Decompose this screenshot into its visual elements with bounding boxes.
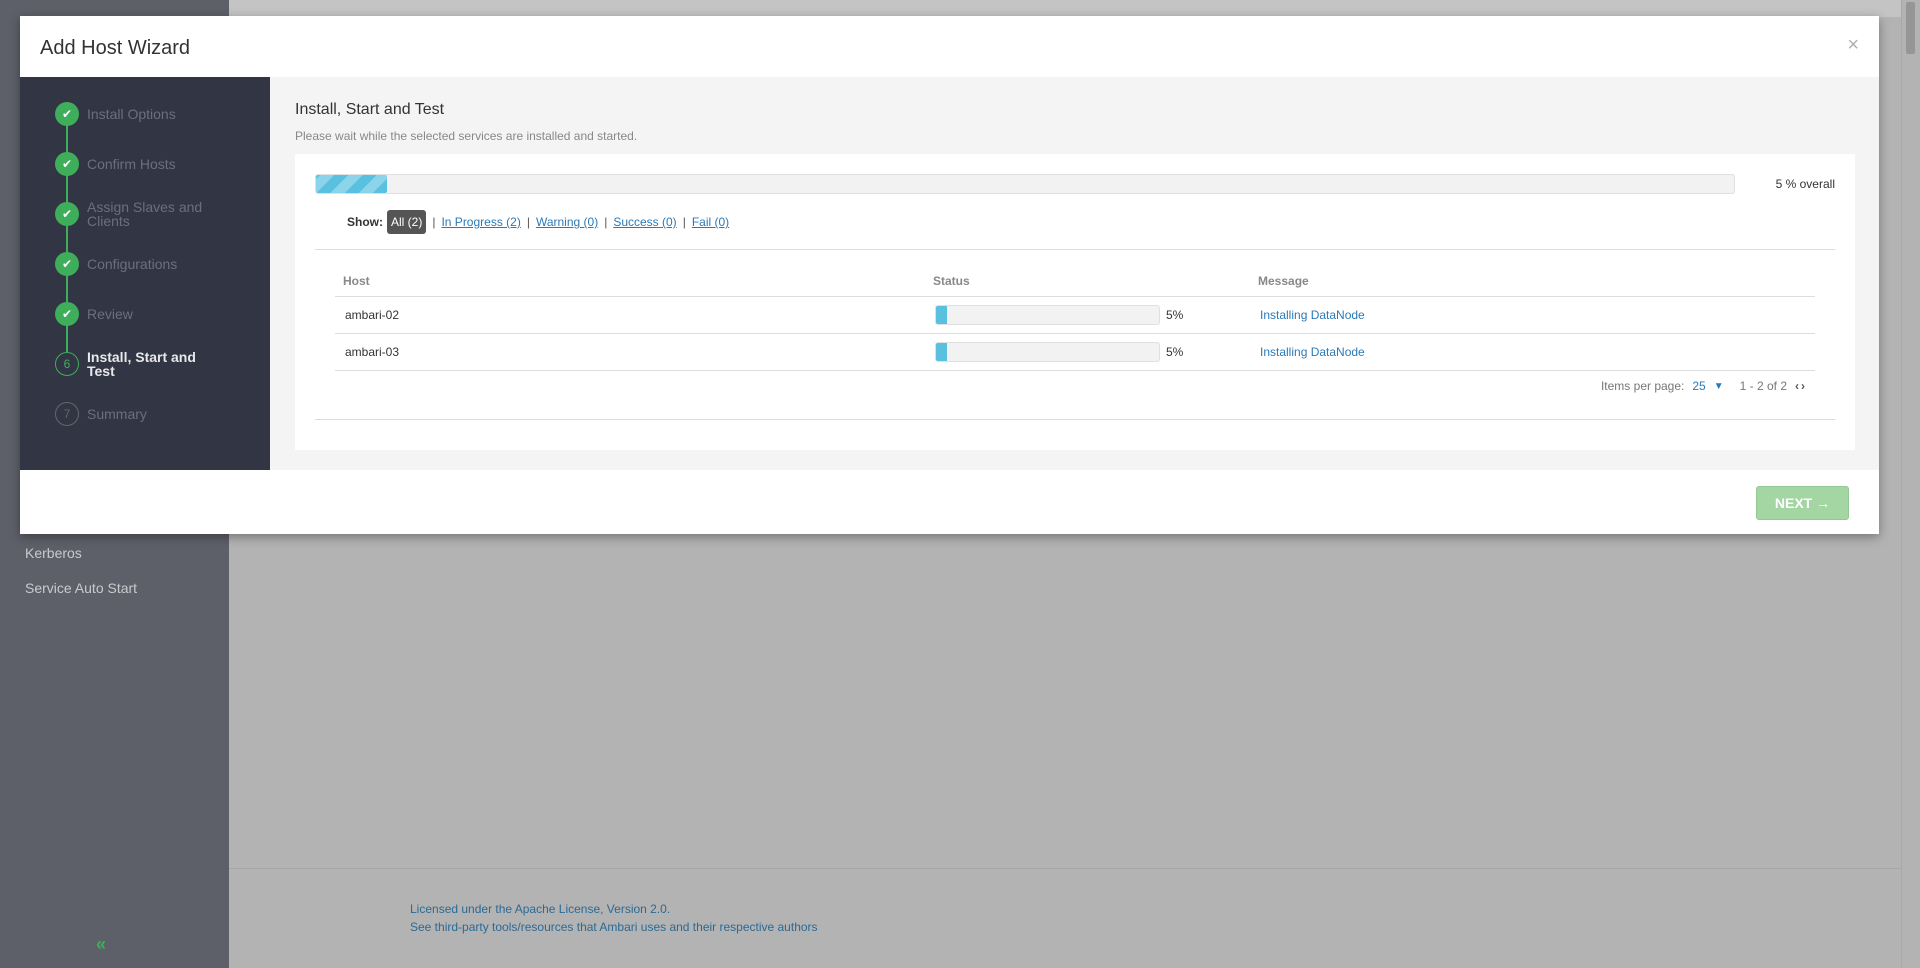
host-name: ambari-03	[335, 333, 925, 371]
filter-all[interactable]: All (2)	[387, 210, 427, 234]
host-progress-fill	[936, 342, 948, 361]
host-progress-bar	[935, 304, 1160, 325]
next-button[interactable]: NEXT →	[1756, 486, 1849, 520]
header-message[interactable]: Message	[1250, 266, 1815, 297]
host-message-link[interactable]: Installing DataNode	[1260, 308, 1365, 322]
background-topbar	[229, 0, 1901, 17]
check-icon: ✔	[55, 102, 79, 126]
page-scrollbar[interactable]	[1901, 0, 1920, 968]
footer-divider	[229, 868, 1901, 869]
wizard-steps-nav: ✔ Install Options ✔ Confirm Hosts ✔ Assi…	[20, 77, 270, 470]
pagination: Items per page: 25 ▼ 1 - 2 of 2 ‹ ›	[1601, 379, 1805, 393]
step-label: Configurations	[87, 256, 178, 272]
sidebar-link-service-auto-start[interactable]: Service Auto Start	[25, 580, 137, 596]
overall-progress-text: 5 % overall	[1775, 177, 1835, 191]
filters-divider	[315, 249, 1835, 250]
scrollbar-thumb[interactable]	[1906, 2, 1915, 54]
license-link[interactable]: Licensed under the Apache License, Versi…	[410, 900, 818, 918]
check-icon: ✔	[55, 302, 79, 326]
header-status[interactable]: Status	[925, 266, 1250, 297]
hosts-table: Host Status Message ambari-02 5% Install…	[335, 266, 1815, 371]
check-icon: ✔	[55, 202, 79, 226]
step-label: Install Options	[87, 106, 176, 122]
items-per-page-select[interactable]: 25	[1692, 379, 1705, 393]
host-progress-text: 5%	[1166, 344, 1184, 359]
sidebar-link-kerberos[interactable]: Kerberos	[25, 545, 82, 561]
step-summary: 7 Summary	[55, 402, 227, 426]
filter-separator: |	[526, 215, 530, 229]
filter-show-label: Show:	[347, 215, 383, 229]
step-label: Summary	[87, 406, 147, 422]
page-footer: Licensed under the Apache License, Versi…	[410, 900, 818, 936]
step-confirm-hosts[interactable]: ✔ Confirm Hosts	[55, 152, 227, 176]
overall-progress-bar	[315, 174, 1735, 194]
host-progress-bar	[935, 341, 1160, 362]
next-page-icon[interactable]: ›	[1801, 379, 1805, 393]
overall-progress-fill	[316, 175, 387, 193]
step-number: 7	[55, 402, 79, 426]
content-title: Install, Start and Test	[295, 101, 445, 118]
status-cell: 5%	[925, 333, 1250, 371]
filter-success[interactable]: Success (0)	[613, 215, 676, 229]
table-header-row: Host Status Message	[335, 266, 1815, 297]
check-icon: ✔	[55, 152, 79, 176]
table-row: ambari-02 5% Installing DataNode	[335, 296, 1815, 334]
status-filters: Show: All (2) | In Progress (2) | Warnin…	[347, 210, 729, 234]
chevron-down-icon[interactable]: ▼	[1714, 381, 1724, 392]
check-icon: ✔	[55, 252, 79, 276]
filter-separator: |	[604, 215, 608, 229]
step-install-start-test[interactable]: 6 Install, Start and Test	[55, 349, 227, 379]
close-icon[interactable]: ×	[1847, 34, 1859, 57]
modal-title: Add Host Wizard	[40, 37, 191, 59]
step-review[interactable]: ✔ Review	[55, 302, 227, 326]
add-host-wizard-modal: Add Host Wizard × ✔ Install Options ✔ Co…	[20, 16, 1879, 534]
message-cell: Installing DataNode	[1250, 333, 1815, 371]
items-per-page-label: Items per page:	[1600, 379, 1685, 393]
step-assign-slaves[interactable]: ✔ Assign Slaves and Clients	[55, 199, 227, 229]
message-cell: Installing DataNode	[1250, 296, 1815, 334]
header-host[interactable]: Host	[335, 266, 925, 297]
filter-in-progress[interactable]: In Progress (2)	[441, 215, 520, 229]
step-configurations[interactable]: ✔ Configurations	[55, 252, 227, 276]
step-label: Review	[87, 306, 133, 322]
content-subtitle: Please wait while the selected services …	[295, 129, 638, 143]
third-party-link[interactable]: See third-party tools/resources that Amb…	[410, 918, 818, 936]
wizard-content: Install, Start and Test Please wait whil…	[270, 77, 1879, 470]
step-label: Install, Start and Test	[87, 349, 196, 379]
host-name: ambari-02	[335, 296, 925, 334]
modal-header: Add Host Wizard ×	[20, 16, 1879, 77]
filter-separator: |	[432, 215, 436, 229]
step-label: Confirm Hosts	[87, 156, 176, 172]
step-label: Assign Slaves and Clients	[87, 199, 203, 229]
filter-warning[interactable]: Warning (0)	[536, 215, 598, 229]
install-panel: 5 % overall Show: All (2) | In Progress …	[295, 154, 1855, 450]
collapse-sidebar-icon[interactable]: «	[96, 934, 106, 955]
table-bottom-divider	[315, 419, 1835, 420]
host-message-link[interactable]: Installing DataNode	[1260, 345, 1365, 359]
host-progress-text: 5%	[1166, 307, 1184, 322]
step-number: 6	[55, 352, 79, 376]
prev-page-icon[interactable]: ‹	[1795, 379, 1799, 393]
table-row: ambari-03 5% Installing DataNode	[335, 333, 1815, 371]
host-progress-fill	[936, 305, 948, 324]
page-range: 1 - 2 of 2	[1739, 379, 1787, 393]
filter-fail[interactable]: Fail (0)	[692, 215, 729, 229]
status-cell: 5%	[925, 296, 1250, 334]
filter-separator: |	[682, 215, 686, 229]
step-install-options[interactable]: ✔ Install Options	[55, 102, 227, 126]
